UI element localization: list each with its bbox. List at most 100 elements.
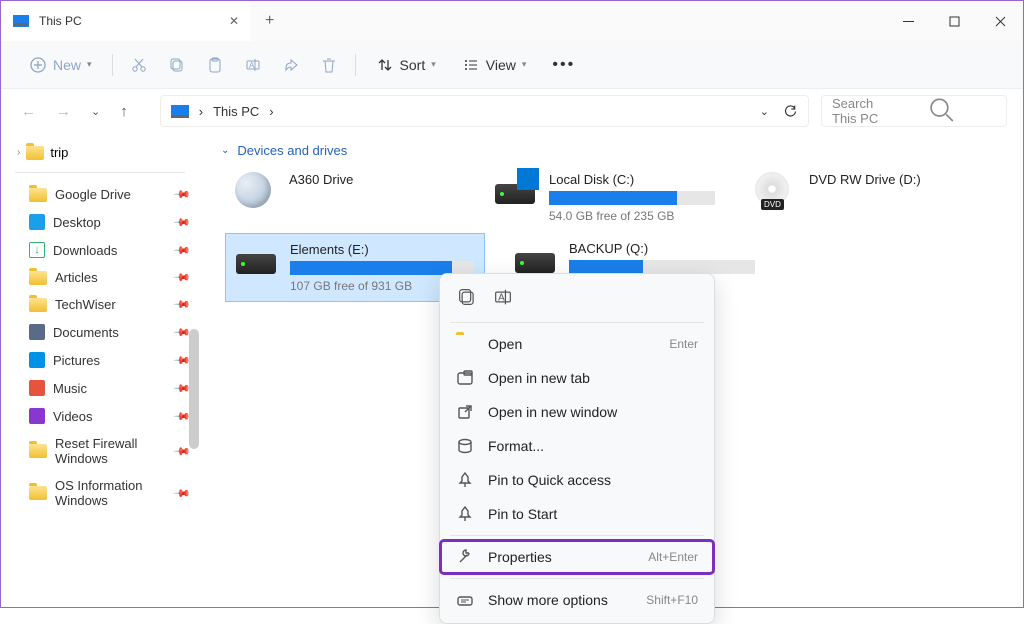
delete-button[interactable] bbox=[313, 50, 345, 80]
ctx-copy-button[interactable] bbox=[456, 286, 478, 308]
maximize-button[interactable] bbox=[931, 1, 977, 41]
sort-button[interactable]: Sort ▾ bbox=[366, 50, 446, 80]
folder-icon bbox=[26, 146, 44, 160]
close-window-button[interactable] bbox=[977, 1, 1023, 41]
copy-button[interactable] bbox=[161, 50, 193, 80]
drive-a360-drive[interactable]: A360 Drive bbox=[225, 164, 465, 231]
chevron-down-icon: ▾ bbox=[87, 59, 92, 70]
ctx-pin-to-quick-access[interactable]: Pin to Quick access bbox=[440, 463, 714, 497]
videos-icon bbox=[29, 408, 45, 424]
pin-icon bbox=[456, 471, 474, 489]
documents-icon bbox=[29, 324, 45, 340]
ctx-open[interactable]: OpenEnter bbox=[440, 327, 714, 361]
sidebar-item-reset-firewall-windows[interactable]: Reset Firewall Windows📌 bbox=[1, 430, 199, 472]
hdd-icon bbox=[515, 253, 555, 273]
folder-icon bbox=[29, 188, 47, 202]
sidebar-item-videos[interactable]: Videos📌 bbox=[1, 402, 199, 430]
this-pc-icon bbox=[171, 105, 189, 118]
ctx-open-in-new-tab[interactable]: Open in new tab bbox=[440, 361, 714, 395]
ctx-properties[interactable]: PropertiesAlt+Enter bbox=[440, 540, 714, 574]
dvd-icon: DVD bbox=[755, 172, 789, 206]
ctx-show-more-options[interactable]: Show more optionsShift+F10 bbox=[440, 583, 714, 617]
a360-icon bbox=[235, 172, 271, 208]
tab-icon bbox=[456, 369, 474, 387]
minimize-button[interactable] bbox=[885, 1, 931, 41]
sidebar-item-documents[interactable]: Documents📌 bbox=[1, 318, 199, 346]
rename-button[interactable]: A bbox=[237, 50, 269, 80]
pin-icon: 📌 bbox=[173, 484, 192, 503]
sidebar-item-articles[interactable]: Articles📌 bbox=[1, 264, 199, 291]
search-input[interactable]: Search This PC bbox=[821, 95, 1007, 127]
more-button[interactable]: ••• bbox=[542, 50, 585, 80]
sidebar-item-google-drive[interactable]: Google Drive📌 bbox=[1, 181, 199, 208]
folder-yellow-icon bbox=[456, 335, 474, 353]
downloads-icon: ↓ bbox=[29, 242, 45, 258]
search-icon bbox=[890, 96, 996, 126]
recent-button[interactable]: ⌄ bbox=[87, 101, 104, 122]
music-icon bbox=[29, 380, 45, 396]
chevron-right-icon: › bbox=[17, 147, 20, 158]
chevron-down-icon: ▾ bbox=[522, 59, 527, 70]
breadcrumb-segment[interactable]: This PC bbox=[213, 104, 259, 119]
ctx-open-in-new-window[interactable]: Open in new window bbox=[440, 395, 714, 429]
pictures-icon bbox=[29, 352, 45, 368]
sidebar-item-techwiser[interactable]: TechWiser📌 bbox=[1, 291, 199, 318]
section-devices-drives[interactable]: ⌄ Devices and drives bbox=[199, 137, 1023, 164]
pin-icon: 📌 bbox=[173, 213, 192, 232]
chevron-down-icon: ▾ bbox=[431, 59, 436, 70]
cut-button[interactable] bbox=[123, 50, 155, 80]
pin-icon: 📌 bbox=[173, 241, 192, 260]
refresh-button[interactable] bbox=[783, 104, 798, 119]
sidebar-item-pictures[interactable]: Pictures📌 bbox=[1, 346, 199, 374]
sidebar-item-os-information-windows[interactable]: OS Information Windows📌 bbox=[1, 472, 199, 514]
desktop-icon bbox=[29, 214, 45, 230]
share-button[interactable] bbox=[275, 50, 307, 80]
folder-icon bbox=[29, 486, 47, 500]
breadcrumb[interactable]: › This PC › ⌄ bbox=[160, 95, 809, 127]
ctx-pin-to-start[interactable]: Pin to Start bbox=[440, 497, 714, 531]
tab-this-pc[interactable]: This PC ✕ bbox=[1, 1, 251, 41]
pin-icon bbox=[456, 505, 474, 523]
pin-icon: 📌 bbox=[173, 268, 192, 287]
view-button[interactable]: View ▾ bbox=[452, 50, 537, 80]
folder-icon bbox=[29, 271, 47, 285]
sidebar-item-desktop[interactable]: Desktop📌 bbox=[1, 208, 199, 236]
breadcrumb-dropdown[interactable]: ⌄ bbox=[760, 105, 769, 118]
titlebar: This PC ✕ + bbox=[1, 1, 1023, 41]
sidebar-item-trip[interactable]: › trip bbox=[1, 141, 199, 164]
hdd-icon bbox=[236, 254, 276, 274]
wrench-icon bbox=[456, 548, 474, 566]
forward-button[interactable]: → bbox=[52, 99, 75, 124]
close-tab-icon[interactable]: ✕ bbox=[229, 14, 239, 28]
navbar: ← → ⌄ ↑ › This PC › ⌄ Search This PC bbox=[1, 89, 1023, 133]
sidebar-item-music[interactable]: Music📌 bbox=[1, 374, 199, 402]
drive-local-disk-c-[interactable]: Local Disk (C:)54.0 GB free of 235 GB bbox=[485, 164, 725, 231]
search-placeholder: Search This PC bbox=[832, 96, 890, 126]
folder-icon bbox=[29, 298, 47, 312]
ctx-rename-button[interactable]: A bbox=[492, 286, 514, 308]
ctx-format-[interactable]: Format... bbox=[440, 429, 714, 463]
new-tab-button[interactable]: + bbox=[265, 12, 274, 30]
windows-icon bbox=[517, 168, 539, 190]
svg-text:A: A bbox=[498, 293, 505, 304]
new-button[interactable]: New ▾ bbox=[19, 50, 102, 80]
pin-icon: 📌 bbox=[173, 295, 192, 314]
back-button[interactable]: ← bbox=[17, 99, 40, 124]
chevron-down-icon: ⌄ bbox=[221, 145, 229, 156]
scrollbar[interactable] bbox=[189, 329, 199, 449]
sidebar: › trip Google Drive📌Desktop📌↓Downloads📌A… bbox=[1, 133, 199, 607]
external-icon bbox=[456, 403, 474, 421]
context-menu: A OpenEnterOpen in new tabOpen in new wi… bbox=[439, 273, 715, 624]
drive-dvd-rw-drive-d-[interactable]: DVDDVD RW Drive (D:) bbox=[745, 164, 985, 231]
pin-icon: 📌 bbox=[173, 185, 192, 204]
more-icon bbox=[456, 591, 474, 609]
paste-button[interactable] bbox=[199, 50, 231, 80]
toolbar: New ▾ A Sort ▾ View ▾ ••• bbox=[1, 41, 1023, 89]
sidebar-item-downloads[interactable]: ↓Downloads📌 bbox=[1, 236, 199, 264]
folder-icon bbox=[29, 444, 47, 458]
tab-title: This PC bbox=[39, 14, 219, 28]
svg-text:A: A bbox=[249, 61, 255, 70]
up-button[interactable]: ↑ bbox=[116, 99, 132, 124]
this-pc-icon bbox=[13, 15, 29, 27]
format-icon bbox=[456, 437, 474, 455]
